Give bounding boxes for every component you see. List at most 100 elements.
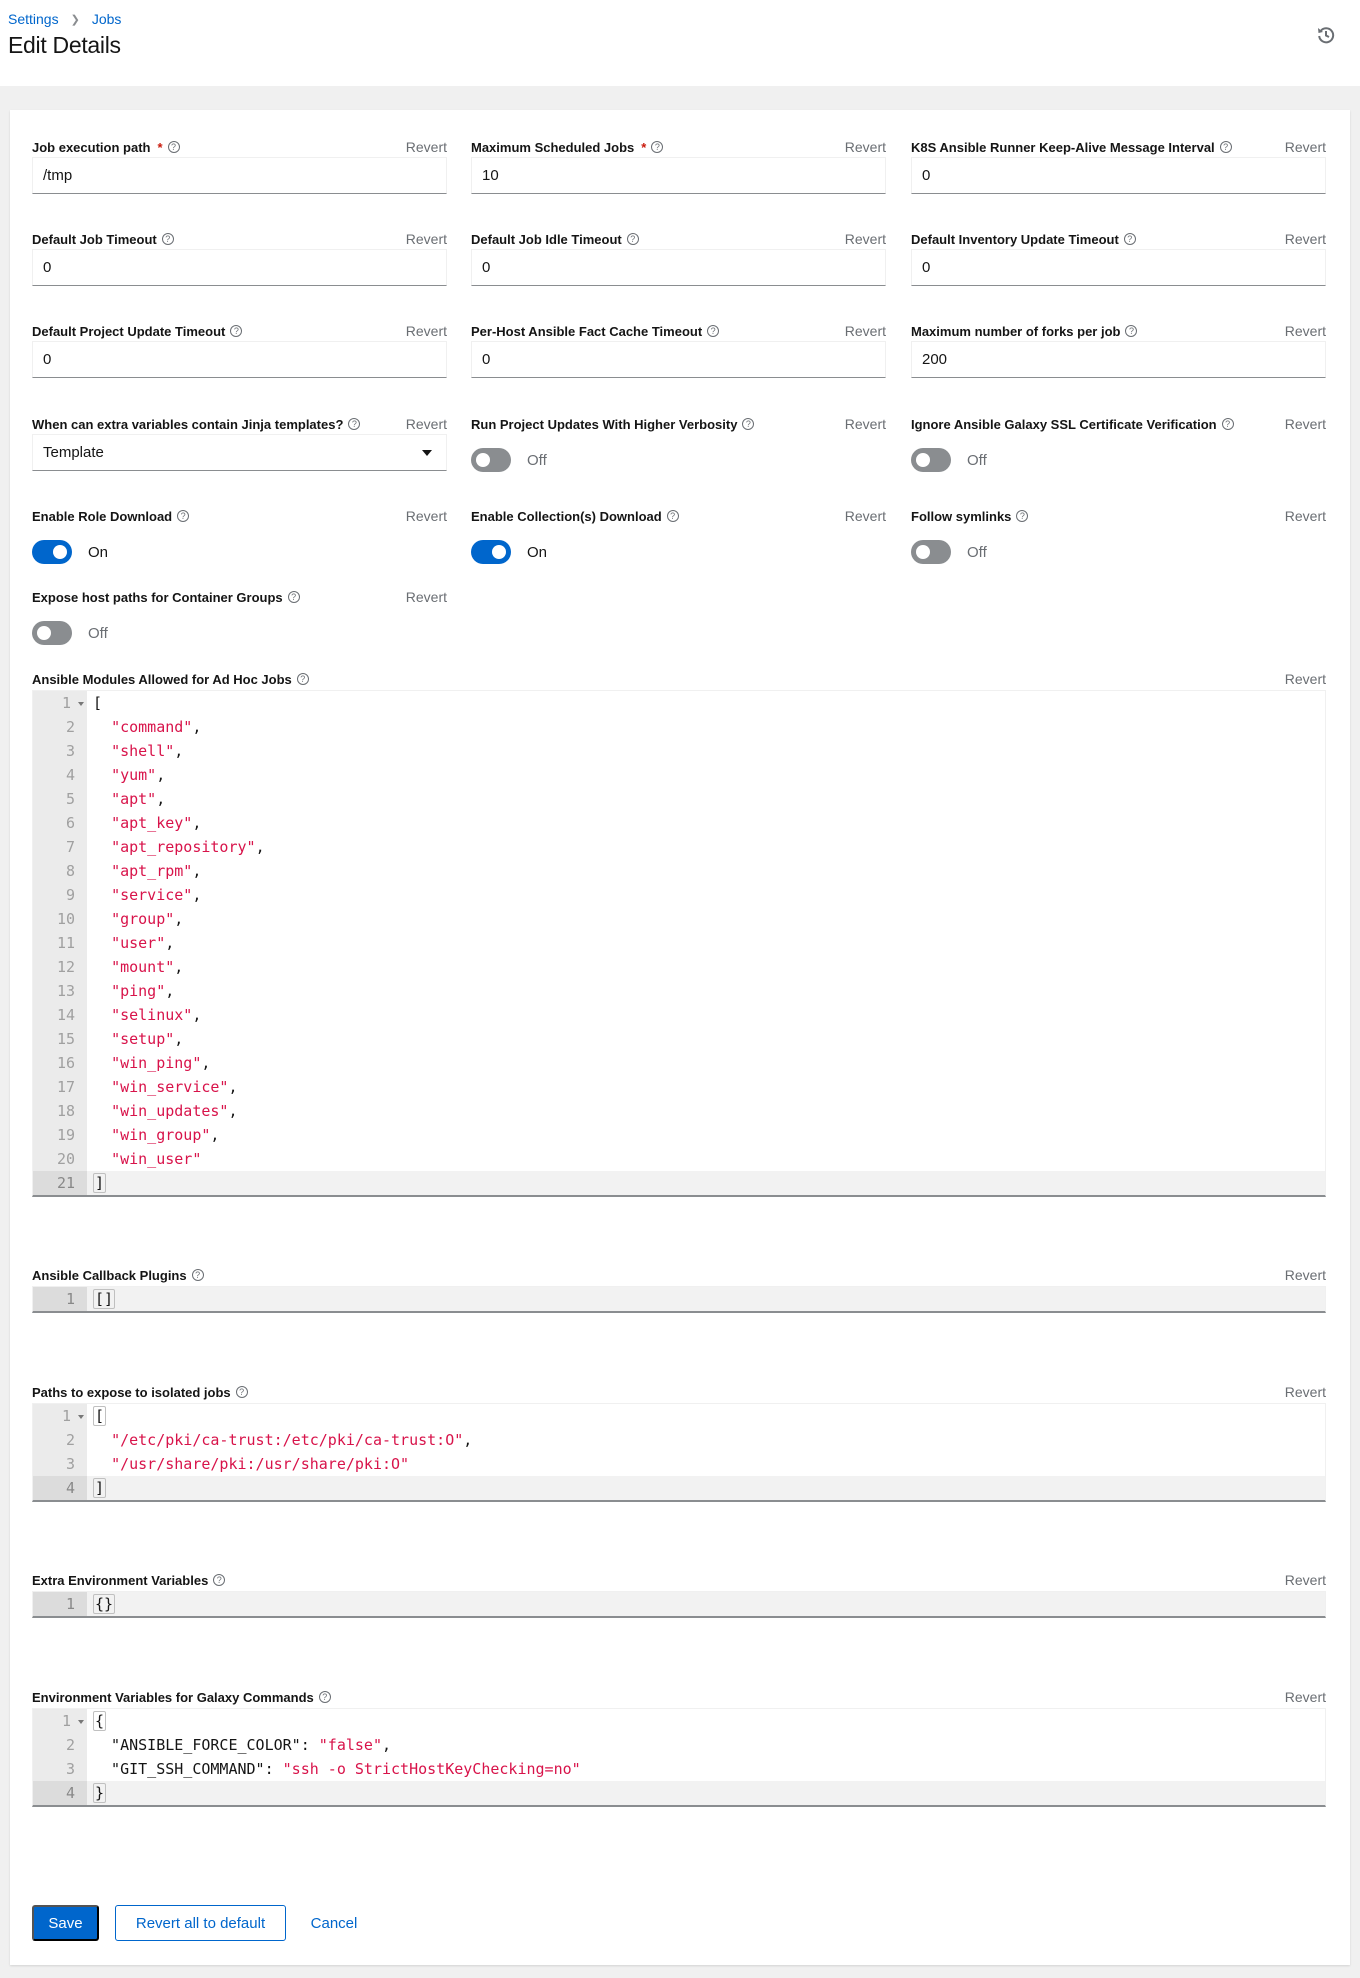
extra_env-code-editor[interactable]: 1 {} [32, 1591, 1326, 1618]
default_inventory_update_timeout-input[interactable]: 0 [911, 249, 1326, 286]
help-icon[interactable]: ? [161, 233, 174, 245]
isolated_paths-revert-button[interactable]: Revert [1285, 1384, 1326, 1400]
ignore_galaxy_ssl-revert-button[interactable]: Revert [1285, 416, 1326, 432]
module-name: "win_updates" [111, 1102, 229, 1120]
code-text: "group", [87, 907, 1325, 931]
enable_role_download-revert-button[interactable]: Revert [406, 508, 447, 524]
help-icon[interactable]: ? [177, 510, 190, 522]
ignore_galaxy_ssl-toggle[interactable] [911, 448, 951, 472]
max_scheduled_jobs-revert-button[interactable]: Revert [845, 139, 886, 155]
higher_verbosity-toggle[interactable] [471, 448, 511, 472]
module-name: "setup" [111, 1030, 175, 1048]
jinja_templates-revert-button[interactable]: Revert [406, 416, 447, 432]
help-icon[interactable]: ? [213, 1574, 226, 1586]
cancel-button[interactable]: Cancel [308, 1905, 360, 1941]
code-line: 2 "ANSIBLE_FORCE_COLOR": "false", [33, 1733, 1325, 1757]
env-key: "GIT_SSH_COMMAND": [93, 1760, 283, 1778]
extra_env-label: Extra Environment Variables? [32, 1573, 226, 1588]
help-icon[interactable]: ? [287, 591, 300, 603]
toggle-knob [916, 453, 930, 467]
follow_symlinks-revert-button[interactable]: Revert [1285, 508, 1326, 524]
module-name: "ping" [111, 982, 166, 1000]
fold-arrow-icon[interactable] [78, 1720, 84, 1724]
help-icon[interactable]: ? [626, 233, 639, 245]
k8s_keepalive-input[interactable]: 0 [911, 157, 1326, 194]
fold-arrow-icon[interactable] [78, 702, 84, 706]
fact_cache_timeout-revert-button[interactable]: Revert [845, 323, 886, 339]
default_job_timeout-revert-button[interactable]: Revert [406, 231, 447, 247]
toggle-knob [916, 545, 930, 559]
default_job_timeout-input[interactable]: 0 [32, 249, 447, 286]
breadcrumb-jobs[interactable]: Jobs [92, 11, 122, 27]
code-line: 18 "win_updates", [33, 1099, 1325, 1123]
default_project_update_timeout-input[interactable]: 0 [32, 341, 447, 378]
k8s_keepalive-revert-button[interactable]: Revert [1285, 139, 1326, 155]
history-icon[interactable] [1316, 25, 1336, 45]
line-number: 1 [33, 1404, 87, 1428]
ignore_galaxy_ssl-label-row: Ignore Ansible Galaxy SSL Certificate Ve… [911, 414, 1326, 434]
help-icon[interactable]: ? [1221, 418, 1234, 430]
higher_verbosity-revert-button[interactable]: Revert [845, 416, 886, 432]
code-token: , [174, 1030, 184, 1048]
brace-close: } [93, 1783, 107, 1803]
line-number: 17 [33, 1075, 87, 1099]
max_forks-revert-button[interactable]: Revert [1285, 323, 1326, 339]
adhoc_modules-code-editor[interactable]: 1[2 "command", 3 "shell", 4 "yum", 5 "apt",… [32, 690, 1326, 1197]
required-indicator: * [157, 139, 163, 155]
help-icon[interactable]: ? [1125, 325, 1138, 337]
job_execution_path-input[interactable]: /tmp [32, 157, 447, 194]
help-icon[interactable]: ? [666, 510, 679, 522]
default_inventory_update_timeout-revert-button[interactable]: Revert [1285, 231, 1326, 247]
enable_collection_download-toggle[interactable] [471, 540, 511, 564]
line-number: 19 [33, 1123, 87, 1147]
help-icon[interactable]: ? [296, 673, 309, 685]
max_forks-input[interactable]: 200 [911, 341, 1326, 378]
help-icon[interactable]: ? [707, 325, 720, 337]
galaxy_env-revert-button[interactable]: Revert [1285, 1689, 1326, 1705]
brace-open: { [93, 1711, 107, 1731]
default_job_idle_timeout-input[interactable]: 0 [471, 249, 886, 286]
help-icon[interactable]: ? [167, 141, 180, 153]
line-number: 12 [33, 955, 87, 979]
job_execution_path-revert-button[interactable]: Revert [406, 139, 447, 155]
help-icon[interactable]: ? [1123, 233, 1136, 245]
module-name: "selinux" [111, 1006, 193, 1024]
callback_plugins-revert-button[interactable]: Revert [1285, 1267, 1326, 1283]
extra_env-field: Extra Environment Variables? Revert 1 {} [32, 1570, 1326, 1622]
default_job_idle_timeout-revert-button[interactable]: Revert [845, 231, 886, 247]
help-icon[interactable]: ? [1016, 510, 1029, 522]
bracket-open: [ [93, 1406, 107, 1426]
expose_host_paths-revert-button[interactable]: Revert [406, 589, 447, 605]
help-icon[interactable]: ? [348, 418, 361, 430]
code-token: , [192, 718, 202, 736]
callback_plugins-code-editor[interactable]: 1 [] [32, 1286, 1326, 1313]
isolated_paths-code-editor[interactable]: 1[2 "/etc/pki/ca-trust:/etc/pki/ca-trust… [32, 1403, 1326, 1502]
line-number: 4 [33, 763, 87, 787]
help-icon[interactable]: ? [191, 1269, 204, 1281]
help-icon[interactable]: ? [318, 1691, 331, 1703]
adhoc_modules-revert-button[interactable]: Revert [1285, 671, 1326, 687]
fold-arrow-icon[interactable] [78, 1415, 84, 1419]
max_scheduled_jobs-input[interactable]: 10 [471, 157, 886, 194]
save-button[interactable]: Save [32, 1905, 99, 1941]
default_inventory_update_timeout-label: Default Inventory Update Timeout? [911, 232, 1136, 247]
revert-all-button[interactable]: Revert all to default [115, 1905, 286, 1941]
jinja_templates-select[interactable]: Template [32, 434, 447, 471]
galaxy_env-code-editor[interactable]: 1{2 "ANSIBLE_FORCE_COLOR": "false", 3 "GI… [32, 1708, 1326, 1807]
follow_symlinks-toggle[interactable] [911, 540, 951, 564]
enable_role_download-toggle[interactable] [32, 540, 72, 564]
help-icon[interactable]: ? [230, 325, 243, 337]
help-icon[interactable]: ? [742, 418, 755, 430]
enable_collection_download-revert-button[interactable]: Revert [845, 508, 886, 524]
help-icon[interactable]: ? [1219, 141, 1232, 153]
code-token: , [255, 838, 265, 856]
expose_host_paths-toggle[interactable] [32, 621, 72, 645]
breadcrumb-settings[interactable]: Settings [8, 11, 59, 27]
help-icon[interactable]: ? [651, 141, 664, 153]
default_project_update_timeout-revert-button[interactable]: Revert [406, 323, 447, 339]
extra_env-revert-button[interactable]: Revert [1285, 1572, 1326, 1588]
fact_cache_timeout-input[interactable]: 0 [471, 341, 886, 378]
help-icon[interactable]: ? [235, 1386, 248, 1398]
code-line: 16 "win_ping", [33, 1051, 1325, 1075]
